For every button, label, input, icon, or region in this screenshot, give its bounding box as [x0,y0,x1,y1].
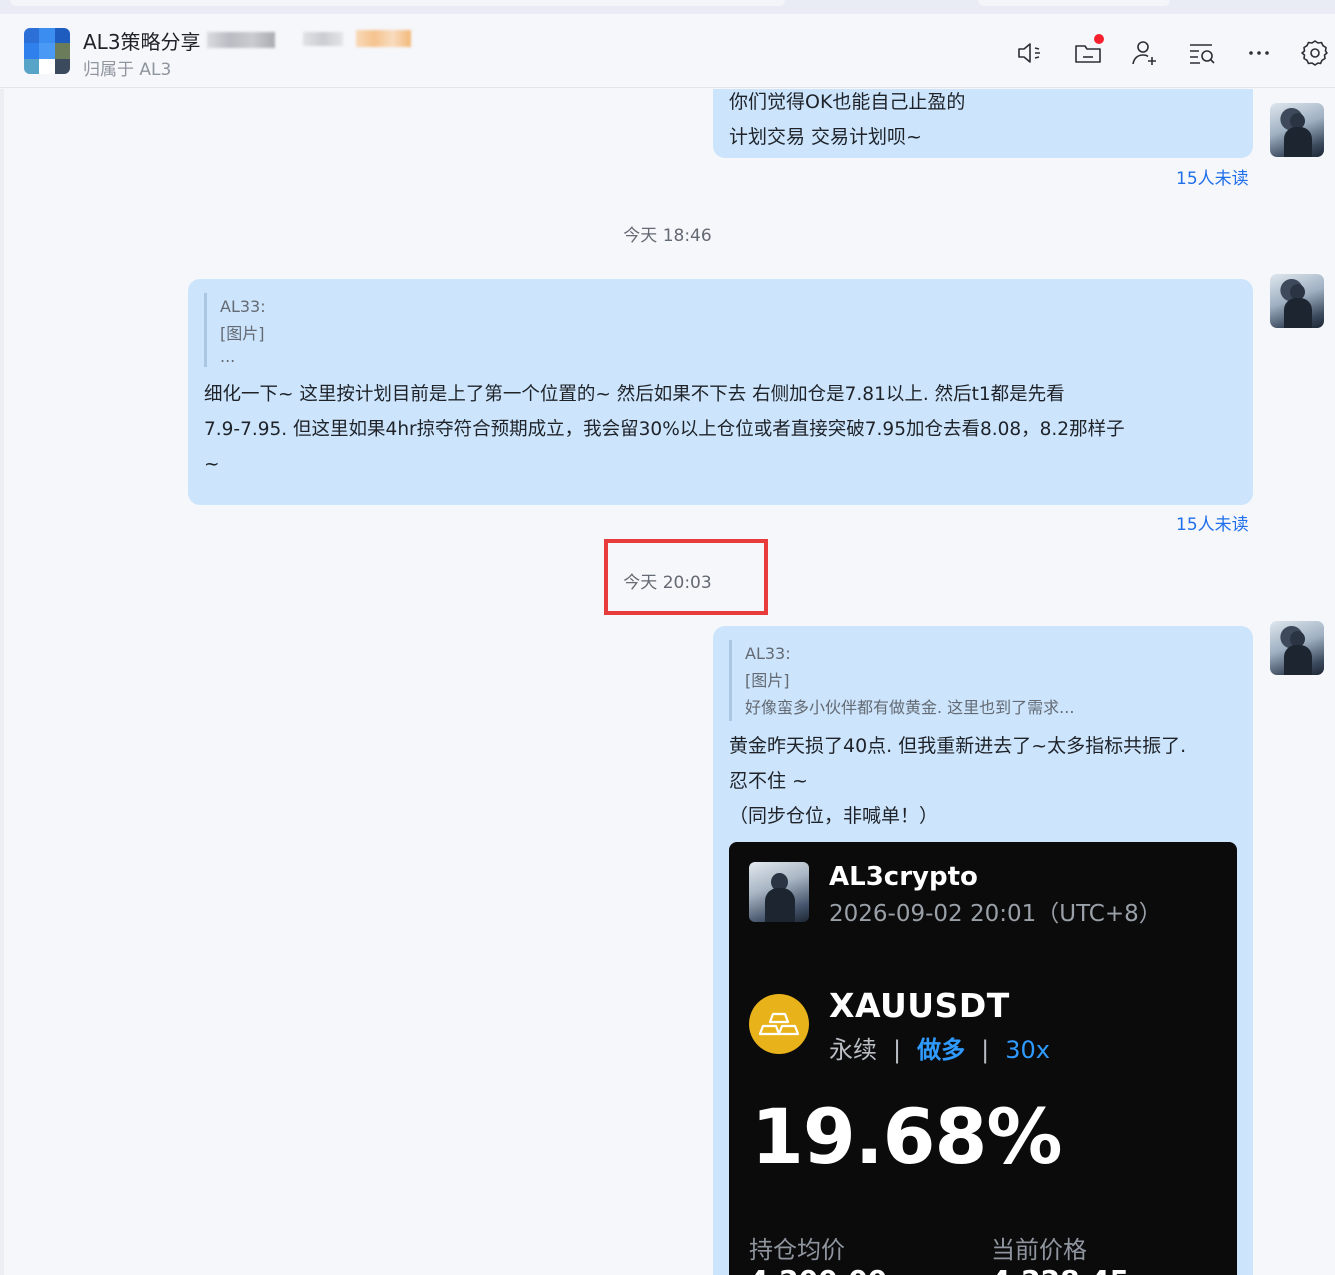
message-bubble[interactable]: AL33: [图片] ... 细化一下~ 这里按计划目前是上了第一个位置的~ 然… [188,279,1253,505]
message-text-line: 计划交易 交易计划呗~ [729,126,922,148]
share-datetime: 2026-09-02 20:01（UTC+8） [829,901,1162,927]
folder-icon[interactable] [1073,34,1104,68]
window-tab[interactable] [978,0,1170,6]
quoted-message[interactable]: AL33: [图片] 好像蛮多小伙伴都有做黄金. 这里也到了需求... [729,640,1237,721]
window-top-strip [0,0,1335,14]
search-messages-icon[interactable] [1187,38,1217,68]
message-text-line: 你们觉得OK也能自己止盈的 [729,91,966,113]
quote-author: AL33: [745,644,791,663]
quote-text: 好像蛮多小伙伴都有做黄金. 这里也到了需求... [745,698,1075,717]
message-text-line: ~ [204,454,220,475]
entry-price-label: 持仓均价 [749,1236,845,1264]
blurred-text [303,32,343,46]
timestamp-divider: 今天 18:46 [623,226,712,246]
blurred-text [207,32,275,48]
message-text-line: 7.9-7.95. 但这里如果4hr掠夺符合预期成立，我会留30%以上仓位或者直… [204,419,1125,440]
more-icon[interactable] [1244,38,1274,68]
sender-avatar[interactable] [1270,621,1324,675]
direction-label: 做多 [917,1036,966,1064]
leverage-label: 30x [1005,1036,1050,1064]
quote-text: [图片] [745,671,790,690]
trading-symbol: XAUUSDT [829,986,1010,1025]
message-text-line: 细化一下~ 这里按计划目前是上了第一个位置的~ 然后如果不下去 右侧加仓是7.8… [204,384,1065,405]
trader-name: AL3crypto [829,862,978,892]
chat-header: AL3策略分享 归属于 AL3 [0,14,1335,88]
group-owner-label: 归属于 AL3 [83,60,172,80]
blurred-badge [356,30,411,47]
unread-count[interactable]: 15人未读 [1176,164,1249,189]
entry-price-value: 4,200.00 [749,1264,887,1275]
speaker-icon[interactable] [1015,38,1045,68]
gold-bars-icon [749,994,809,1054]
quote-text: [图片] [220,324,265,343]
message-bubble[interactable]: 你们觉得OK也能自己止盈的 计划交易 交易计划呗~ [713,89,1253,158]
add-member-icon[interactable] [1130,38,1160,68]
current-price-value: 4,228.45 [991,1264,1129,1275]
sender-avatar[interactable] [1270,274,1324,328]
sender-avatar[interactable] [1270,103,1324,157]
quote-text: ... [220,347,236,366]
position-share-card[interactable]: AL3crypto 2026-09-02 20:01（UTC+8） XAUUSD… [729,842,1237,1275]
notification-dot [1094,34,1104,44]
trader-avatar [749,862,809,922]
message-text-line: 黄金昨天损了40点. 但我重新进去了~太多指标共振了. [729,735,1187,757]
group-title: AL3策略分享 [83,30,201,54]
quote-author: AL33: [220,297,266,316]
contract-type: 永续 [829,1036,877,1064]
position-tags: 永续 | 做多 | 30x [829,1036,1050,1064]
unread-count[interactable]: 15人未读 [1176,510,1249,535]
settings-icon[interactable] [1300,38,1330,68]
message-text-line: 忍不住 ~ [729,770,808,792]
quoted-message[interactable]: AL33: [图片] ... [204,293,1237,367]
highlight-box [604,539,768,615]
message-text-line: （同步仓位，非喊单！） [729,805,939,827]
group-avatar[interactable] [24,28,70,74]
current-price-label: 当前价格 [991,1236,1087,1264]
window-tab[interactable] [10,0,785,6]
pnl-percent: 19.68% [751,1092,1063,1181]
